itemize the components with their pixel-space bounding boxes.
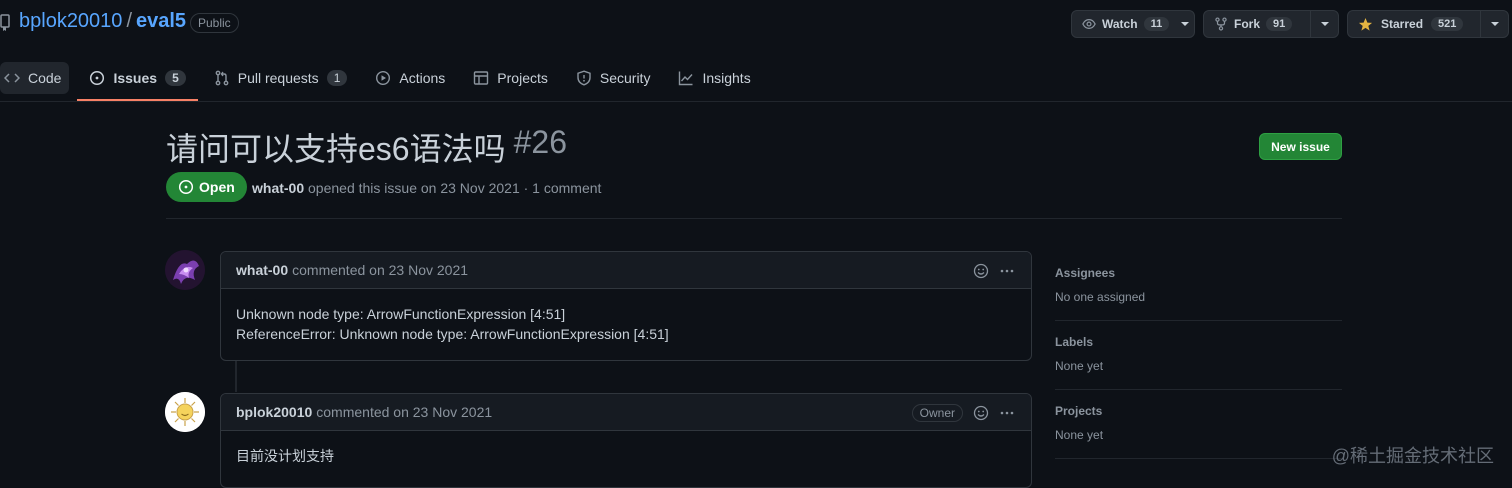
comment-actions: Owner bbox=[911, 394, 1015, 431]
issue-number: #26 bbox=[513, 124, 567, 160]
issue-sidebar: Assignees No one assigned Labels None ye… bbox=[1055, 252, 1342, 459]
comment-line: ReferenceError: Unknown node type: Arrow… bbox=[236, 326, 669, 342]
visibility-badge: Public bbox=[190, 13, 239, 33]
tab-insights[interactable]: Insights bbox=[666, 62, 762, 94]
repo-icon bbox=[0, 14, 10, 32]
repo-owner-link[interactable]: bplok20010 bbox=[19, 10, 122, 33]
issue-opened-icon bbox=[89, 70, 105, 86]
watch-button-group: Watch 11 bbox=[1071, 10, 1195, 38]
shield-icon bbox=[576, 70, 592, 86]
fork-dropdown-button[interactable] bbox=[1310, 11, 1338, 37]
tab-issues-count: 5 bbox=[165, 70, 186, 86]
comment-box: bplok20010 commented on 23 Nov 2021 Owne… bbox=[220, 393, 1032, 488]
repo-slash: / bbox=[126, 10, 132, 32]
owner-badge: Owner bbox=[911, 403, 963, 422]
tab-projects-label: Projects bbox=[497, 70, 548, 86]
tab-pull-requests[interactable]: Pull requests 1 bbox=[202, 62, 360, 94]
issue-meta: what-00 opened this issue on 23 Nov 2021… bbox=[252, 180, 601, 196]
sidebar-heading[interactable]: Assignees bbox=[1055, 266, 1342, 280]
watch-count: 11 bbox=[1143, 17, 1170, 31]
tab-pull-requests-label: Pull requests bbox=[237, 70, 319, 86]
avatar[interactable] bbox=[165, 250, 205, 290]
tab-issues-label: Issues bbox=[113, 70, 158, 86]
issue-title: 请问可以支持es6语法吗 #26 bbox=[166, 124, 567, 170]
sidebar-labels: Labels None yet bbox=[1055, 321, 1342, 390]
comment-author-link[interactable]: bplok20010 bbox=[236, 404, 312, 420]
fork-icon bbox=[1214, 17, 1228, 31]
smiley-icon[interactable] bbox=[973, 263, 989, 279]
comment-timestamp[interactable]: commented on 23 Nov 2021 bbox=[292, 262, 468, 278]
header-divider bbox=[0, 101, 1512, 102]
star-dropdown-button[interactable] bbox=[1480, 11, 1508, 37]
kebab-horizontal-icon[interactable] bbox=[999, 263, 1015, 279]
sidebar-heading[interactable]: Projects bbox=[1055, 404, 1342, 418]
tab-actions-label: Actions bbox=[399, 70, 446, 86]
tab-security[interactable]: Security bbox=[564, 62, 663, 94]
sidebar-value: None yet bbox=[1055, 359, 1104, 373]
starred-button[interactable]: Starred 521 bbox=[1348, 11, 1480, 37]
comment-box: what-00 commented on 23 Nov 2021 Unknown… bbox=[220, 251, 1032, 361]
chevron-down-icon bbox=[1320, 22, 1329, 26]
comment-actions bbox=[973, 252, 1015, 289]
starred-label: Starred bbox=[1381, 17, 1424, 31]
chevron-down-icon bbox=[1180, 22, 1189, 26]
fork-button[interactable]: Fork 91 bbox=[1204, 11, 1310, 37]
sidebar-value: None yet bbox=[1055, 428, 1104, 442]
tab-code[interactable]: Code bbox=[0, 62, 70, 94]
sidebar-assignees: Assignees No one assigned bbox=[1055, 252, 1342, 321]
watch-dropdown-button[interactable] bbox=[1175, 11, 1194, 37]
tab-code-label: Code bbox=[28, 70, 62, 86]
sidebar-projects: Projects None yet bbox=[1055, 390, 1342, 459]
kebab-horizontal-icon[interactable] bbox=[999, 405, 1015, 421]
chevron-down-icon bbox=[1490, 22, 1499, 26]
fork-button-group: Fork 91 bbox=[1203, 10, 1339, 38]
new-issue-button[interactable]: New issue bbox=[1259, 133, 1342, 160]
star-icon bbox=[1358, 17, 1373, 32]
comment-line: 目前没计划支持 bbox=[236, 448, 334, 464]
comment-author-link[interactable]: what-00 bbox=[236, 262, 288, 278]
fork-count: 91 bbox=[1266, 17, 1293, 31]
pull-request-icon bbox=[214, 70, 230, 86]
issue-state-label: Open bbox=[199, 179, 235, 195]
tab-security-label: Security bbox=[599, 70, 651, 86]
comment-header: bplok20010 commented on 23 Nov 2021 Owne… bbox=[221, 394, 1031, 431]
tab-insights-label: Insights bbox=[702, 70, 751, 86]
tab-actions[interactable]: Actions bbox=[363, 62, 457, 94]
timeline-connector bbox=[235, 360, 237, 392]
issue-meta-text: opened this issue on 23 Nov 2021 · 1 com… bbox=[308, 180, 602, 196]
watermark: @稀土掘金技术社区 bbox=[1331, 446, 1494, 466]
issue-author-link[interactable]: what-00 bbox=[252, 180, 304, 196]
repo-nav-tabs: Code Issues 5 Pull requests 1 Actions Pr… bbox=[0, 62, 767, 101]
table-icon bbox=[473, 70, 489, 86]
issue-state-badge: Open bbox=[166, 172, 247, 202]
avatar[interactable] bbox=[165, 392, 205, 432]
comment-body: Unknown node type: ArrowFunctionExpressi… bbox=[221, 289, 1031, 359]
eye-icon bbox=[1082, 17, 1096, 31]
smiley-icon[interactable] bbox=[973, 405, 989, 421]
sidebar-heading[interactable]: Labels bbox=[1055, 335, 1342, 349]
watch-button[interactable]: Watch 11 bbox=[1072, 11, 1175, 37]
issue-header-divider bbox=[166, 218, 1342, 219]
play-icon bbox=[375, 70, 391, 86]
issue-title-text: 请问可以支持es6语法吗 bbox=[166, 131, 506, 167]
comment-timestamp[interactable]: commented on 23 Nov 2021 bbox=[316, 404, 492, 420]
tab-issues[interactable]: Issues 5 bbox=[77, 62, 199, 101]
repo-name-link[interactable]: eval5 bbox=[136, 10, 186, 33]
fork-label: Fork bbox=[1234, 17, 1261, 31]
repo-title: bplok20010 / eval5 bbox=[19, 10, 186, 33]
code-icon bbox=[4, 70, 20, 86]
tab-pull-requests-count: 1 bbox=[326, 70, 348, 86]
comment-line: Unknown node type: ArrowFunctionExpressi… bbox=[236, 306, 566, 322]
comment-body: 目前没计划支持 bbox=[221, 431, 1031, 481]
sidebar-value: No one assigned bbox=[1055, 290, 1146, 304]
watch-label: Watch bbox=[1102, 17, 1138, 31]
comment-header: what-00 commented on 23 Nov 2021 bbox=[221, 252, 1031, 289]
tab-projects[interactable]: Projects bbox=[461, 62, 560, 94]
issue-opened-icon bbox=[178, 179, 194, 195]
star-count: 521 bbox=[1431, 17, 1464, 31]
graph-icon bbox=[678, 70, 694, 86]
star-button-group: Starred 521 bbox=[1347, 10, 1509, 38]
